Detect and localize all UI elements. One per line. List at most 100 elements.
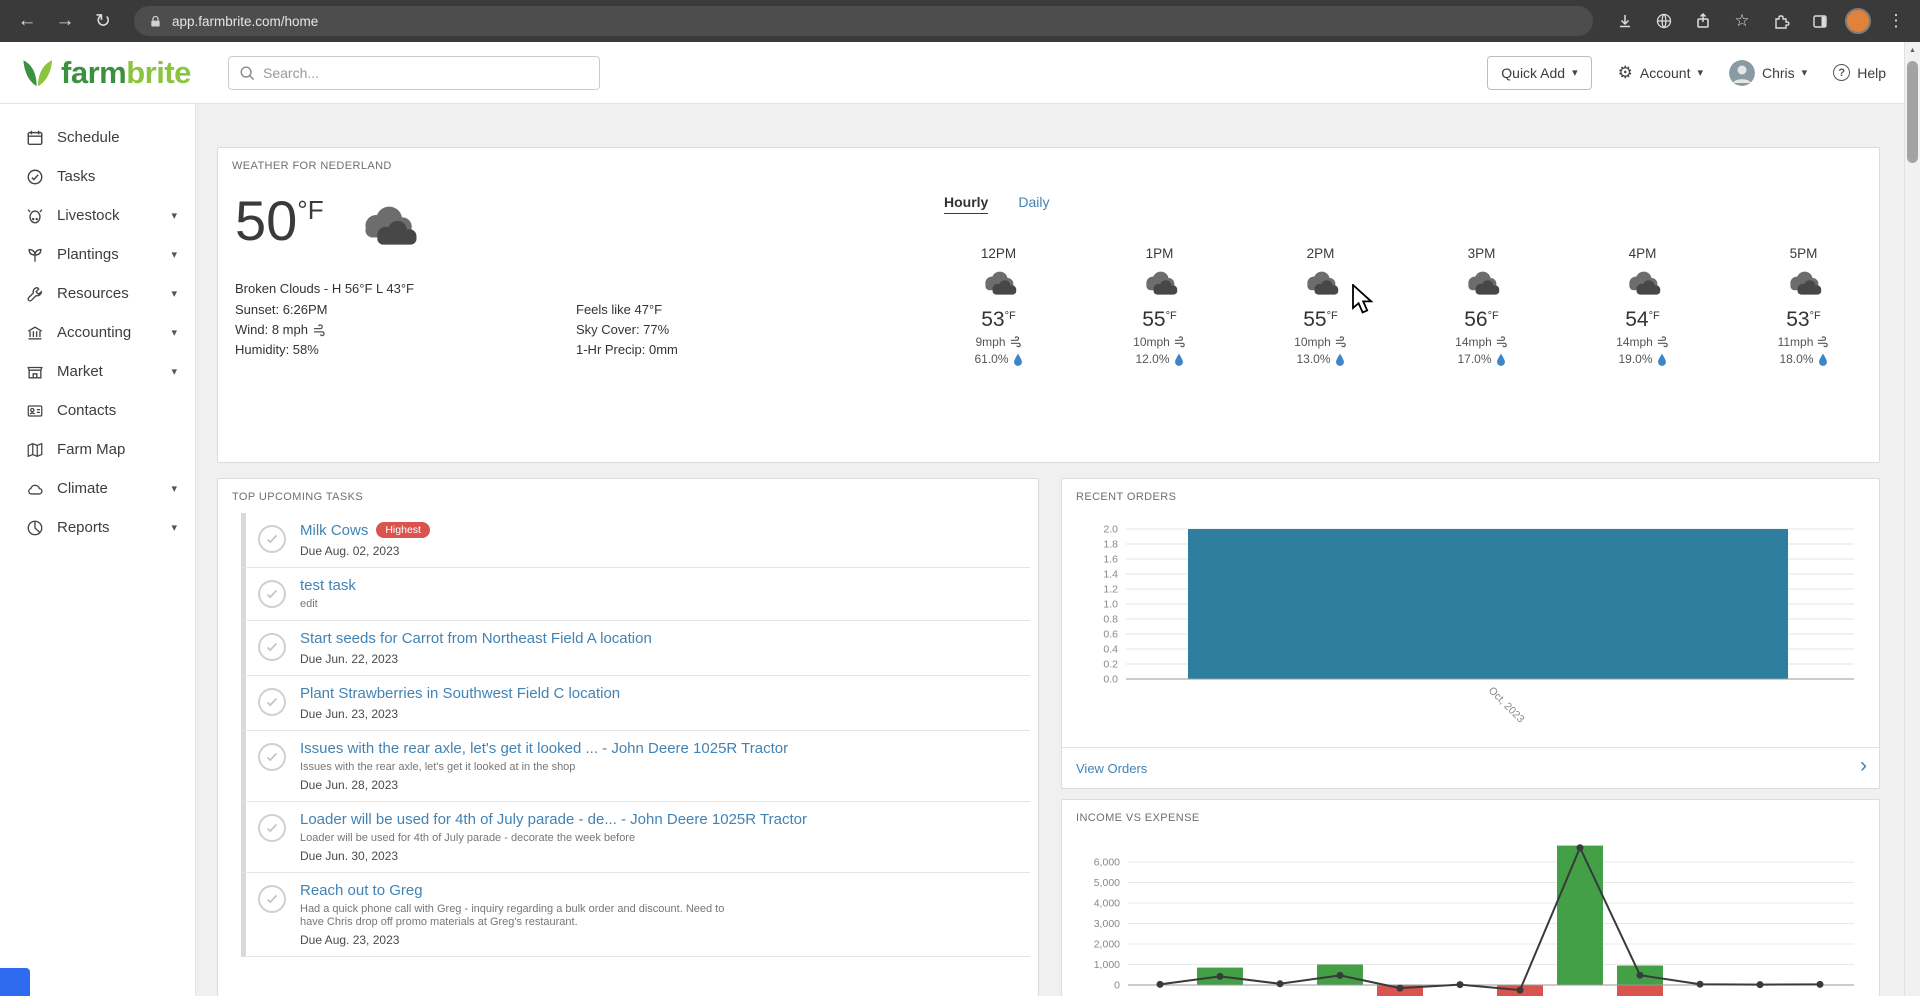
task-row[interactable]: Start seeds for Carrot from Northeast Fi…: [241, 621, 1030, 676]
page-scrollbar[interactable]: ▲: [1904, 42, 1920, 996]
chevron-down-icon: ▾: [171, 366, 177, 378]
feels-like-value: Feels like 47°F: [576, 302, 663, 317]
task-title-link[interactable]: Start seeds for Carrot from Northeast Fi…: [300, 630, 652, 647]
sidebar-item-tasks[interactable]: Tasks: [0, 157, 195, 196]
sidebar-item-accounting[interactable]: Accounting ▾: [0, 313, 195, 352]
task-complete-checkbox[interactable]: [258, 688, 286, 716]
browser-refresh-button[interactable]: ↻: [86, 4, 120, 38]
hour-temp: 53°F: [981, 308, 1016, 331]
task-title-link[interactable]: Issues with the rear axle, let's get it …: [300, 740, 788, 757]
task-title-link[interactable]: Loader will be used for 4th of July para…: [300, 811, 807, 828]
task-body: test task edit: [300, 577, 356, 611]
user-name: Chris: [1762, 64, 1795, 81]
task-complete-checkbox[interactable]: [258, 525, 286, 553]
quick-add-button[interactable]: Quick Add ▾: [1487, 55, 1592, 90]
hour-label: 5PM: [1789, 246, 1818, 261]
browser-forward-button[interactable]: →: [48, 4, 82, 38]
hour-label: 3PM: [1467, 246, 1496, 261]
task-due-date: Due Jun. 22, 2023: [300, 652, 399, 666]
scrollbar-thumb[interactable]: [1907, 61, 1918, 163]
global-search[interactable]: [228, 56, 600, 90]
chat-widget[interactable]: [0, 968, 30, 996]
sunset-value: Sunset: 6:26PM: [235, 302, 328, 317]
browser-back-button[interactable]: ←: [10, 4, 44, 38]
sidebar-item-resources[interactable]: Resources ▾: [0, 274, 195, 313]
farmbrite-logo[interactable]: farmbrite: [22, 55, 191, 91]
task-title-link[interactable]: Milk Cows: [300, 522, 368, 539]
task-row[interactable]: test task edit: [241, 568, 1030, 621]
leaf-icon: [23, 60, 53, 87]
droplet-icon: [1496, 353, 1505, 366]
task-title-link[interactable]: Plant Strawberries in Southwest Field C …: [300, 685, 620, 702]
task-complete-checkbox[interactable]: [258, 580, 286, 608]
sidebar-item-plantings[interactable]: Plantings ▾: [0, 235, 195, 274]
task-title-link[interactable]: Reach out to Greg: [300, 882, 423, 899]
sidebar-item-climate[interactable]: Climate ▾: [0, 469, 195, 508]
wind-value: Wind: 8 mph: [235, 322, 308, 337]
sidebar-item-label: Tasks: [57, 168, 96, 185]
task-due-date: Due Jun. 23, 2023: [300, 707, 399, 721]
hour-label: 2PM: [1306, 246, 1335, 261]
check-icon: [266, 534, 278, 544]
bookmark-star-icon[interactable]: ☆: [1728, 7, 1756, 35]
sidebar-item-reports[interactable]: Reports ▾: [0, 508, 195, 547]
address-bar[interactable]: app.farmbrite.com/home: [134, 6, 1593, 36]
chevron-right-icon[interactable]: ›: [1860, 754, 1867, 778]
check-icon: [266, 642, 278, 652]
sidebar-item-contacts[interactable]: Contacts: [0, 391, 195, 430]
task-complete-checkbox[interactable]: [258, 633, 286, 661]
pie-chart-icon: [27, 520, 43, 535]
account-menu[interactable]: ⚙ Account ▾: [1618, 63, 1703, 83]
task-description: Issues with the rear axle, let's get it …: [300, 761, 576, 773]
browser-profile-avatar[interactable]: [1845, 8, 1871, 34]
task-row[interactable]: Loader will be used for 4th of July para…: [241, 802, 1030, 873]
sky-cover-value: Sky Cover: 77%: [576, 322, 670, 337]
site-info-lock-icon[interactable]: [148, 14, 163, 29]
task-list: Milk Cows Highest Due Aug. 02, 2023 test …: [218, 513, 1038, 957]
sidebar-item-schedule[interactable]: Schedule: [0, 118, 195, 157]
task-row[interactable]: Milk Cows Highest Due Aug. 02, 2023: [241, 513, 1030, 568]
sidebar-item-label: Plantings: [57, 246, 119, 263]
help-button[interactable]: ? Help: [1833, 64, 1886, 81]
task-row[interactable]: Reach out to Greg Had a quick phone call…: [241, 873, 1030, 957]
svg-text:0.8: 0.8: [1103, 614, 1118, 626]
view-orders-link[interactable]: View Orders: [1076, 761, 1147, 776]
task-complete-checkbox[interactable]: [258, 885, 286, 913]
logo-text-brite: brite: [126, 55, 191, 90]
tab-daily[interactable]: Daily: [1018, 194, 1049, 214]
sidebar-item-farm-map[interactable]: Farm Map: [0, 430, 195, 469]
hour-label: 12PM: [980, 246, 1017, 261]
side-panel-icon[interactable]: [1806, 7, 1834, 35]
cloud-icon: [984, 271, 1016, 295]
sidebar-item-market[interactable]: Market ▾: [0, 352, 195, 391]
download-icon[interactable]: [1611, 7, 1639, 35]
hourly-forecast-column: 2PM 55°F 10mph 13.0%: [1240, 246, 1401, 366]
scrollbar-up-arrow[interactable]: ▲: [1905, 42, 1920, 58]
hour-label: 1PM: [1145, 246, 1174, 261]
gear-icon: ⚙: [1617, 62, 1633, 82]
weather-details-left: Sunset: 6:26PM Wind: 8 mph Humidity: 58%: [235, 300, 328, 360]
tab-hourly[interactable]: Hourly: [944, 194, 989, 214]
svg-text:1.4: 1.4: [1103, 569, 1118, 581]
task-row[interactable]: Plant Strawberries in Southwest Field C …: [241, 676, 1030, 731]
extensions-icon[interactable]: [1767, 7, 1795, 35]
browser-menu-icon[interactable]: ⋮: [1882, 7, 1910, 35]
hour-precip: 19.0%: [1562, 352, 1723, 366]
url-text: app.farmbrite.com/home: [172, 13, 319, 29]
wind-icon: [313, 323, 325, 336]
share-icon[interactable]: [1689, 7, 1717, 35]
task-description: Had a quick phone call with Greg - inqui…: [300, 903, 725, 928]
check-icon: [266, 589, 278, 599]
task-title-link[interactable]: test task: [300, 577, 356, 594]
task-complete-checkbox[interactable]: [258, 814, 286, 842]
task-row[interactable]: Issues with the rear axle, let's get it …: [241, 731, 1030, 802]
task-complete-checkbox[interactable]: [258, 743, 286, 771]
browser-chrome: ← → ↻ app.farmbrite.com/home ☆ ⋮: [0, 0, 1920, 42]
translate-icon[interactable]: [1650, 7, 1678, 35]
calendar-icon: [27, 130, 43, 145]
user-menu[interactable]: Chris ▾: [1729, 59, 1807, 86]
svg-text:1.8: 1.8: [1103, 539, 1118, 551]
sidebar-item-livestock[interactable]: Livestock ▾: [0, 196, 195, 235]
search-input[interactable]: [263, 65, 589, 81]
account-label: Account: [1639, 64, 1691, 81]
